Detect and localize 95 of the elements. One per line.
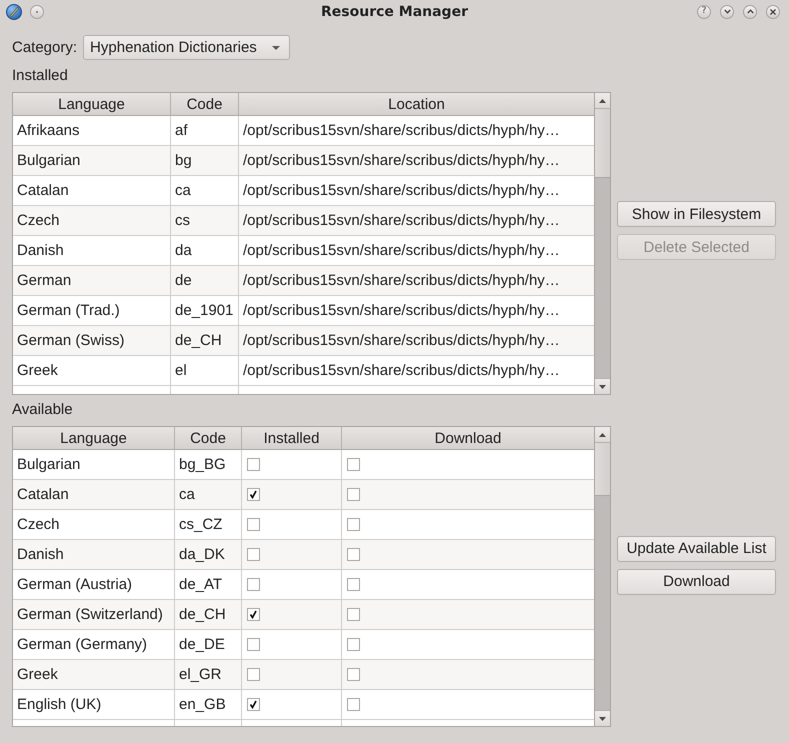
table-cell: af bbox=[171, 116, 239, 146]
table-cell: da_DK bbox=[175, 540, 242, 570]
scroll-down-button[interactable] bbox=[595, 378, 610, 394]
table-cell: de_CH bbox=[175, 600, 242, 630]
table-cell: ca bbox=[175, 480, 242, 510]
scroll-thumb[interactable] bbox=[595, 109, 610, 178]
installed-checkbox[interactable] bbox=[247, 668, 260, 681]
installed-checkbox[interactable] bbox=[247, 458, 260, 471]
table-cell: /opt/scribus15svn/share/scribus/dicts/hyph/hy… bbox=[239, 206, 594, 236]
column-header[interactable]: Code bbox=[171, 93, 239, 116]
table-cell: ca bbox=[171, 176, 239, 206]
minimize-button[interactable] bbox=[720, 4, 734, 18]
download-checkbox[interactable] bbox=[347, 668, 360, 681]
table-cell: English (UK) bbox=[13, 690, 175, 720]
column-header[interactable]: Download bbox=[342, 427, 594, 450]
table-cell: en_GB bbox=[175, 690, 242, 720]
caret-down-icon bbox=[272, 46, 280, 50]
table-cell: de_AT bbox=[175, 570, 242, 600]
action-button[interactable]: Update Available List bbox=[617, 536, 776, 562]
table-cell: Czech bbox=[13, 206, 171, 236]
table-cell: /opt/scribus15svn/share/scribus/dicts/hyph/hy… bbox=[239, 146, 594, 176]
close-icon bbox=[770, 8, 776, 14]
table-cell: de_CH bbox=[171, 326, 239, 356]
table-cell: de bbox=[171, 266, 239, 296]
table-cell: el_GR bbox=[175, 660, 242, 690]
table-cell: bg_BG bbox=[175, 450, 242, 480]
installed-checkbox[interactable] bbox=[247, 698, 260, 711]
table-cell: German (Austria) bbox=[13, 570, 175, 600]
action-button[interactable]: Download bbox=[617, 568, 776, 594]
chevron-down-icon bbox=[724, 9, 730, 14]
table-cell: German bbox=[13, 266, 171, 296]
download-checkbox[interactable] bbox=[347, 698, 360, 711]
table-cell: Czech bbox=[13, 510, 175, 540]
table-cell: Afrikaans bbox=[13, 116, 171, 146]
table-cell: Bulgarian bbox=[13, 450, 175, 480]
category-dropdown[interactable]: Hyphenation Dictionaries bbox=[83, 35, 290, 60]
column-header[interactable]: Location bbox=[239, 93, 594, 116]
table-cell: /opt/scribus15svn/share/scribus/dicts/hyph/hy… bbox=[239, 266, 594, 296]
down-triangle-icon bbox=[599, 716, 606, 720]
table-cell: cs_CZ bbox=[175, 510, 242, 540]
close-button[interactable] bbox=[766, 4, 780, 18]
table-cell: de_1901 bbox=[171, 296, 239, 326]
table-cell: /opt/scribus15svn/share/scribus/dicts/hyph/hy… bbox=[239, 326, 594, 356]
download-checkbox[interactable] bbox=[347, 578, 360, 591]
scroll-up-button[interactable] bbox=[595, 93, 610, 109]
table-cell: Danish bbox=[13, 236, 171, 266]
table-cell: Danish bbox=[13, 540, 175, 570]
table-cell: German (Swiss) bbox=[13, 326, 171, 356]
dot-circle-icon[interactable] bbox=[30, 4, 44, 18]
download-checkbox[interactable] bbox=[347, 638, 360, 651]
action-button[interactable]: Show in Filesystem bbox=[617, 201, 776, 227]
table-cell: Greek bbox=[13, 356, 171, 386]
table-cell: German (Trad.) bbox=[13, 296, 171, 326]
table-cell: German (Switzerland) bbox=[13, 600, 175, 630]
table-cell: de_DE bbox=[175, 630, 242, 660]
down-triangle-icon bbox=[599, 384, 606, 388]
installed-label: Installed bbox=[12, 66, 69, 86]
up-triangle-icon bbox=[599, 432, 606, 436]
table-cell: German (Germany) bbox=[13, 630, 175, 660]
installed-checkbox[interactable] bbox=[247, 578, 260, 591]
column-header[interactable]: Language bbox=[13, 93, 171, 116]
scroll-down-button[interactable] bbox=[595, 710, 610, 726]
table-cell: el bbox=[171, 356, 239, 386]
download-checkbox[interactable] bbox=[347, 458, 360, 471]
column-header[interactable]: Code bbox=[175, 427, 242, 450]
available-label: Available bbox=[12, 400, 74, 420]
category-label: Category: bbox=[12, 38, 78, 58]
download-checkbox[interactable] bbox=[347, 518, 360, 531]
table-cell: Bulgarian bbox=[13, 146, 171, 176]
scrollbar[interactable] bbox=[594, 427, 610, 726]
scroll-up-button[interactable] bbox=[595, 427, 610, 443]
installed-checkbox[interactable] bbox=[247, 638, 260, 651]
scroll-thumb[interactable] bbox=[595, 443, 610, 496]
download-checkbox[interactable] bbox=[347, 488, 360, 501]
table-cell: da bbox=[171, 236, 239, 266]
help-button[interactable]: ? bbox=[697, 4, 711, 18]
table-cell: Greek bbox=[13, 660, 175, 690]
column-header[interactable]: Language bbox=[13, 427, 175, 450]
up-triangle-icon bbox=[599, 98, 606, 102]
column-header[interactable]: Installed bbox=[242, 427, 342, 450]
download-checkbox[interactable] bbox=[347, 548, 360, 561]
pen-icon bbox=[6, 4, 22, 20]
table-cell: cs bbox=[171, 206, 239, 236]
table-cell: Catalan bbox=[13, 480, 175, 510]
maximize-button[interactable] bbox=[743, 4, 757, 18]
installed-checkbox[interactable] bbox=[247, 608, 260, 621]
installed-checkbox[interactable] bbox=[247, 548, 260, 561]
scrollbar[interactable] bbox=[594, 93, 610, 394]
download-checkbox[interactable] bbox=[347, 608, 360, 621]
chevron-up-icon bbox=[746, 9, 754, 14]
installed-checkbox[interactable] bbox=[247, 518, 260, 531]
window-title: Resource Manager bbox=[321, 4, 468, 20]
installed-checkbox[interactable] bbox=[247, 488, 260, 501]
table-cell: bg bbox=[171, 146, 239, 176]
table-cell: Catalan bbox=[13, 176, 171, 206]
